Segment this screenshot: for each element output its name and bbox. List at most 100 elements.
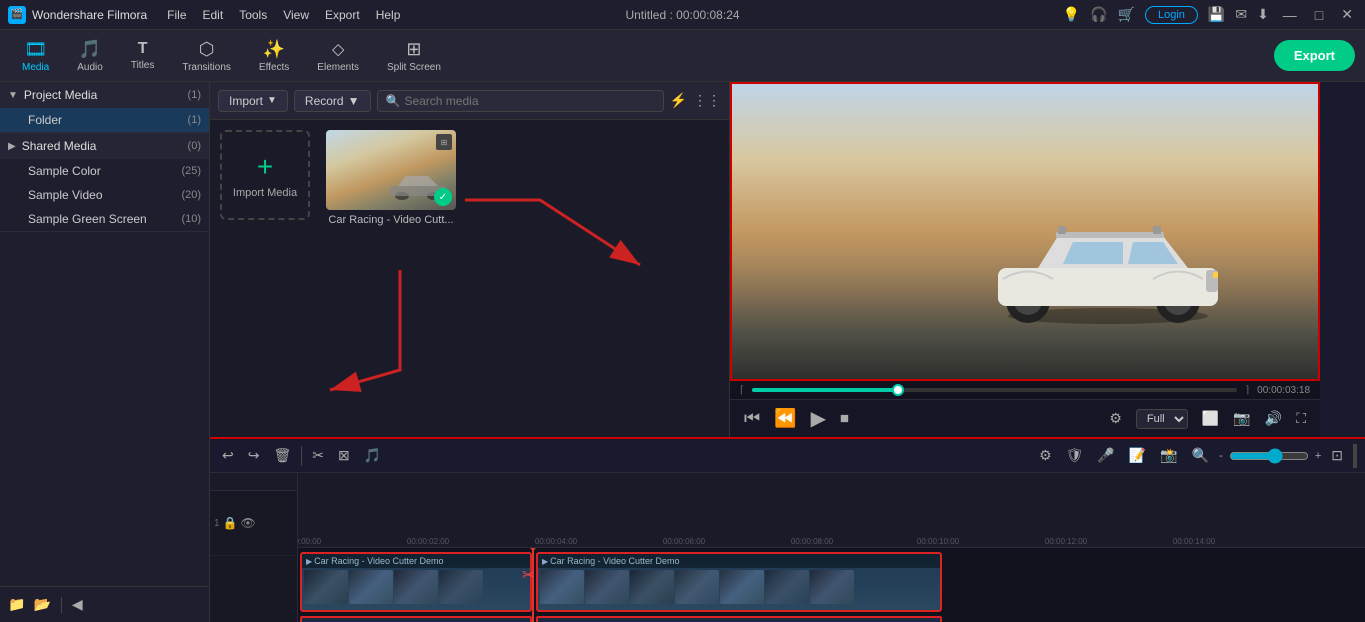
- ruler-mark-2: 00:00:04:00: [535, 537, 577, 546]
- collapse-icon[interactable]: ◀: [72, 596, 83, 613]
- folder-open-icon[interactable]: 📂: [33, 596, 50, 613]
- shield-icon[interactable]: 🛡: [1062, 445, 1088, 466]
- transitions-label: Transitions: [182, 62, 231, 73]
- settings-icon[interactable]: ⚙: [1109, 410, 1122, 427]
- sample-video-label: Sample Video: [28, 188, 181, 202]
- snap-icon[interactable]: 📸: [1156, 445, 1181, 466]
- add-folder-icon[interactable]: 📁: [8, 596, 25, 613]
- bracket-left-icon: ⌈: [740, 385, 744, 396]
- zoom-out-icon[interactable]: 🔍: [1188, 445, 1213, 466]
- project-media-header[interactable]: ▼ Project Media (1): [0, 82, 209, 108]
- download-icon[interactable]: ⬇: [1257, 6, 1269, 23]
- maximize-button[interactable]: □: [1311, 7, 1327, 23]
- preview-timeline-bar: ⌈ ⌉ 00:00:03:18: [730, 381, 1320, 399]
- track-num: 1: [214, 518, 220, 529]
- snapshot-icon[interactable]: 📷: [1233, 410, 1250, 427]
- toolbar-transitions[interactable]: ⬡ Transitions: [170, 35, 243, 77]
- text-icon[interactable]: 📝: [1125, 445, 1150, 466]
- sample-color-count: (25): [181, 165, 201, 177]
- cart-icon[interactable]: 🛒: [1118, 6, 1135, 23]
- titles-icon: T: [138, 40, 148, 58]
- mic-icon[interactable]: 🎤: [1093, 445, 1118, 466]
- mail-icon[interactable]: ✉: [1235, 6, 1247, 23]
- ruler-header-placeholder: [210, 473, 297, 491]
- clip1-frame-4: [439, 570, 483, 604]
- media-item-car-racing[interactable]: ⊞ ✓ Car Racing - Video Cutt...: [326, 130, 456, 226]
- play-button[interactable]: ▶: [811, 406, 826, 431]
- delete-button[interactable]: 🗑: [269, 445, 295, 466]
- bracket-right-icon: ⌉: [1245, 385, 1249, 396]
- shared-media-title: Shared Media: [22, 139, 188, 153]
- undo-button[interactable]: ↩: [218, 445, 238, 466]
- toolbar-splitscreen[interactable]: ⊞ Split Screen: [375, 35, 453, 77]
- menu-file[interactable]: File: [167, 8, 186, 22]
- zoom-fit-icon[interactable]: ⊡: [1327, 445, 1347, 466]
- settings2-icon[interactable]: ⚙: [1035, 445, 1056, 466]
- crop-button[interactable]: ⊠: [334, 445, 354, 466]
- redo-button[interactable]: ↪: [244, 445, 264, 466]
- volume-icon[interactable]: 🔊: [1265, 410, 1282, 427]
- clip2-frame-5: [720, 570, 764, 604]
- sample-color-label: Sample Color: [28, 164, 181, 178]
- toolbar-audio[interactable]: 🎵 Audio: [65, 35, 115, 77]
- video-clip-1[interactable]: ▶ Car Racing - Video Cutter Demo: [300, 552, 532, 612]
- shared-media-header[interactable]: ▶ Shared Media (0): [0, 133, 209, 159]
- import-media-label: Import Media: [233, 187, 297, 199]
- headphone-icon[interactable]: 🎧: [1090, 6, 1107, 23]
- lock-icon[interactable]: 🔒: [223, 516, 238, 530]
- audio-clip-2[interactable]: [536, 616, 942, 622]
- app-wrapper: 🎬 Wondershare Filmora File Edit Tools Vi…: [0, 0, 1365, 622]
- login-button[interactable]: Login: [1145, 6, 1198, 24]
- minimize-button[interactable]: —: [1279, 7, 1301, 23]
- import-button[interactable]: Import ▼: [218, 90, 288, 112]
- menu-edit[interactable]: Edit: [203, 8, 224, 22]
- audio2-waveform: [538, 618, 940, 622]
- record-button[interactable]: Record ▼: [294, 90, 371, 112]
- toolbar-titles[interactable]: T Titles: [119, 36, 167, 75]
- export-button[interactable]: Export: [1274, 40, 1355, 71]
- playhead[interactable]: ✂: [532, 548, 534, 622]
- sample-color-item[interactable]: Sample Color (25): [0, 159, 209, 183]
- left-panel: ▼ Project Media (1) Folder (1) ▶ Shared …: [0, 82, 210, 622]
- lightbulb-icon[interactable]: 💡: [1063, 6, 1080, 23]
- search-input[interactable]: [404, 94, 654, 108]
- titlebar: 🎬 Wondershare Filmora File Edit Tools Vi…: [0, 0, 1365, 30]
- progress-track[interactable]: [752, 388, 1237, 392]
- toolbar-elements[interactable]: ⬦ Elements: [305, 35, 371, 77]
- video-clip-2[interactable]: ▶ Car Racing - Video Cutter Demo: [536, 552, 942, 612]
- cut-button[interactable]: ✂: [308, 445, 328, 466]
- menu-export[interactable]: Export: [325, 8, 360, 22]
- stop-button[interactable]: ⏹: [840, 408, 849, 429]
- toolbar-effects[interactable]: ✨ Effects: [247, 35, 301, 77]
- zoom-select[interactable]: Full: [1136, 409, 1188, 429]
- timeline-right: 00:00:00:00 00:00:02:00 00:00:04:00 00:0…: [298, 473, 1365, 622]
- toolbar-media[interactable]: 🎞 Media: [10, 35, 61, 77]
- filter-icon[interactable]: ⚡: [670, 92, 687, 109]
- sample-video-item[interactable]: Sample Video (20): [0, 183, 209, 207]
- sample-green-screen-item[interactable]: Sample Green Screen (10): [0, 207, 209, 231]
- preview-car: [968, 196, 1248, 326]
- clip2-frame-1: [540, 570, 584, 604]
- save-icon[interactable]: 💾: [1208, 6, 1225, 23]
- step-back-button[interactable]: ⏪: [774, 408, 796, 429]
- display-size-icon[interactable]: ⬜: [1202, 410, 1219, 427]
- preview-bg: [732, 84, 1318, 379]
- menu-help[interactable]: Help: [376, 8, 401, 22]
- folder-item[interactable]: Folder (1): [0, 108, 209, 132]
- grid-icon[interactable]: ⋮⋮: [693, 92, 721, 109]
- progress-thumb[interactable]: [892, 384, 904, 396]
- import-media-placeholder[interactable]: + Import Media: [220, 130, 310, 220]
- zoom-slider[interactable]: [1229, 448, 1309, 464]
- preview-controls: ⏮ ⏪ ▶ ⏹ ⚙ Full ⬜ 📷 🔊 ⛶: [730, 399, 1320, 437]
- ruler-mark-4: 00:00:08:00: [791, 537, 833, 546]
- menu-tools[interactable]: Tools: [239, 8, 267, 22]
- audio-detach-button[interactable]: 🎵: [360, 445, 385, 466]
- close-button[interactable]: ✕: [1337, 6, 1357, 23]
- skip-back-button[interactable]: ⏮: [744, 408, 760, 429]
- fullscreen-icon[interactable]: ⛶: [1296, 410, 1306, 427]
- folder-count: (1): [188, 114, 201, 126]
- menu-view[interactable]: View: [283, 8, 309, 22]
- app-icon: 🎬: [8, 6, 26, 24]
- audio-clip-1[interactable]: [300, 616, 532, 622]
- eye-icon[interactable]: 👁: [241, 516, 256, 530]
